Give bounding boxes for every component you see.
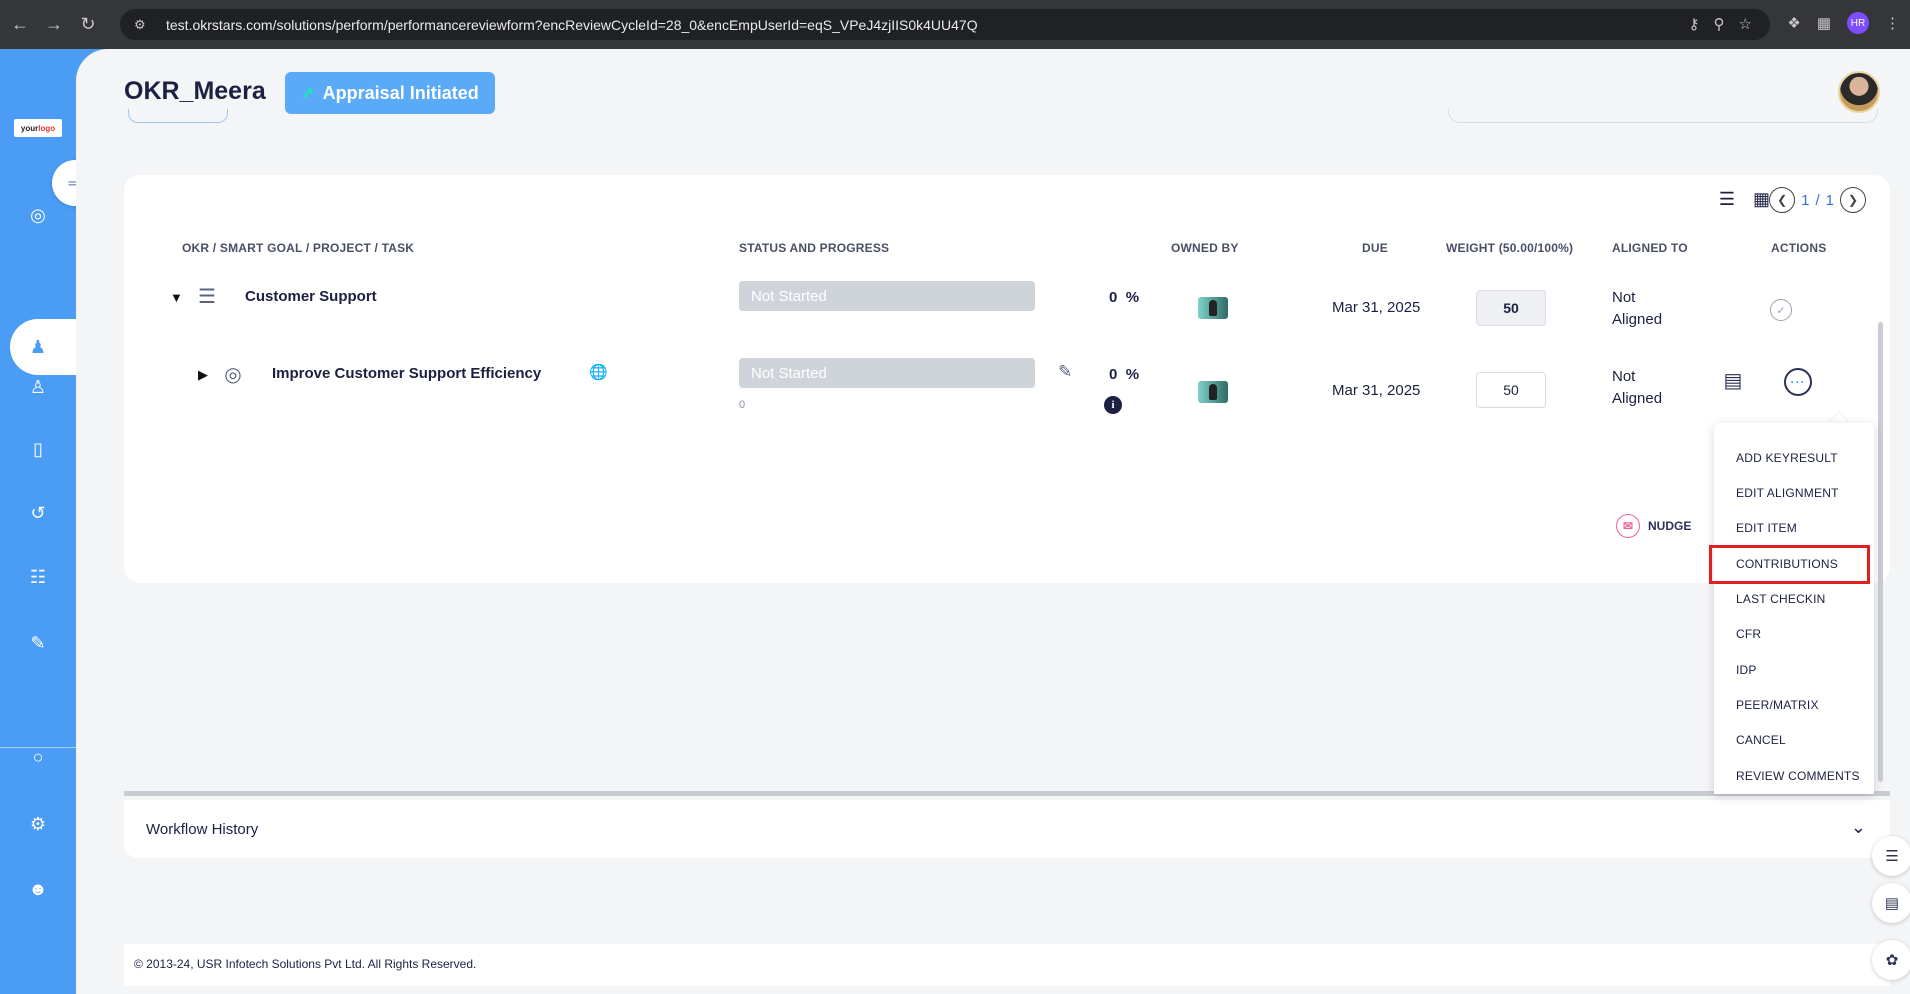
table-row: ▼ ☰ Customer Support Not Started 0 % Mar…	[124, 275, 1890, 345]
chevron-down-icon[interactable]: ⌄	[1851, 817, 1866, 838]
page-title: OKR_Meera	[124, 77, 266, 105]
key-icon[interactable]: ⚷	[1689, 15, 1700, 33]
page-footer: © 2013-24, USR Infotech Solutions Pvt Lt…	[124, 944, 1890, 986]
report-icon[interactable]: ✎	[24, 629, 52, 657]
ai-brain-icon[interactable]: ✿	[1872, 940, 1910, 980]
settings-gear-icon[interactable]: ⚙	[24, 810, 52, 838]
weight-field[interactable]: 50	[1476, 290, 1546, 326]
workflow-history-label: Workflow History	[146, 821, 259, 838]
book-icon[interactable]: ▯	[24, 435, 52, 463]
target-icon: ◎	[224, 363, 242, 386]
due-date: Mar 31, 2025	[1332, 382, 1421, 399]
company-logo: your logo	[14, 119, 62, 137]
team-icon: ♟	[29, 336, 47, 357]
col-actions: ACTIONS	[1771, 241, 1827, 255]
zoom-icon[interactable]: ⚲	[1714, 15, 1725, 33]
main-content: OKR_Meera ➚ Appraisal Initiated ☰ ▦ ❮ 1 …	[76, 49, 1910, 994]
col-weight: WEIGHT (50.00/100%)	[1446, 241, 1574, 255]
reload-icon[interactable]: ↻	[74, 11, 102, 39]
menu-item-review-comments[interactable]: REVIEW COMMENTS	[1736, 769, 1860, 783]
menu-item-edit-alignment[interactable]: EDIT ALIGNMENT	[1736, 486, 1839, 500]
menu-item-cancel[interactable]: CANCEL	[1736, 733, 1786, 747]
nudge-button[interactable]: ✉ NUDGE	[1616, 514, 1691, 538]
col-status: STATUS AND PROGRESS	[739, 241, 890, 255]
globe-icon[interactable]: 🌐	[589, 363, 608, 381]
more-options-icon[interactable]: ···	[1784, 368, 1812, 396]
progress-percent: 0 %	[1109, 289, 1140, 306]
horizontal-scrollbar[interactable]	[124, 791, 1890, 796]
progress-percent: 0 %	[1109, 366, 1140, 383]
forward-icon[interactable]: →	[40, 11, 68, 39]
weight-field[interactable]: 50	[1476, 372, 1546, 408]
objective-icon: ☰	[198, 285, 216, 308]
prev-page-icon[interactable]: ❮	[1769, 187, 1796, 213]
menu-item-last-checkin[interactable]: LAST CHECKIN	[1736, 592, 1826, 606]
list-view-icon[interactable]: ☰	[1719, 189, 1735, 210]
bookmark-star-icon[interactable]: ☆	[1739, 15, 1752, 33]
profile-avatar[interactable]: HR	[1847, 12, 1869, 34]
vertical-scrollbar[interactable]	[1878, 322, 1883, 782]
col-okr: OKR / SMART GOAL / PROJECT / TASK	[182, 241, 415, 255]
status-progress-bar[interactable]: Not Started	[739, 281, 1035, 311]
okr-table-card: ☰ ▦ ❮ 1 / 1 ❯ OKR / SMART GOAL / PROJECT…	[124, 175, 1890, 583]
col-due: DUE	[1362, 241, 1388, 255]
info-icon[interactable]: i	[1104, 396, 1122, 414]
workflow-history-panel[interactable]: Workflow History ⌄	[124, 800, 1890, 858]
menu-item-idp[interactable]: IDP	[1736, 663, 1757, 677]
col-owned: OWNED BY	[1171, 241, 1239, 255]
site-info-icon[interactable]: ⚙	[134, 17, 154, 33]
keyresult-title[interactable]: Improve Customer Support Efficiency	[272, 365, 541, 382]
appraisal-status-button[interactable]: ➚ Appraisal Initiated	[285, 72, 495, 114]
translate-icon[interactable]: ☰	[1872, 836, 1910, 876]
highlight-box	[1709, 545, 1870, 584]
scrolled-tab-remnant	[128, 109, 228, 123]
aligned-to: Not Aligned	[1612, 289, 1663, 328]
address-bar[interactable]: ⚙ test.okrstars.com/solutions/perform/pe…	[120, 9, 1770, 40]
hierarchy-icon[interactable]: ☷	[24, 563, 52, 591]
menu-item-add-keyresult[interactable]: ADD KEYRESULT	[1736, 451, 1838, 465]
back-icon[interactable]: ←	[6, 11, 34, 39]
scrolled-date-remnant	[1448, 109, 1878, 123]
contributions-icon[interactable]: ▤	[1718, 366, 1748, 394]
mail-icon: ✉	[1616, 514, 1640, 538]
actions-dropdown-menu: ADD KEYRESULT EDIT ALIGNMENT EDIT ITEM C…	[1714, 423, 1874, 794]
next-page-icon[interactable]: ❯	[1840, 187, 1866, 213]
owner-avatar[interactable]	[1198, 297, 1228, 319]
feedback-360-icon[interactable]: ↺	[24, 499, 52, 527]
collapse-caret-icon[interactable]: ▼	[170, 290, 183, 305]
menu-item-peer-matrix[interactable]: PEER/MATRIX	[1736, 698, 1819, 712]
trend-arrow-icon: ➚	[301, 85, 315, 102]
extension-icon[interactable]: ❖	[1787, 14, 1800, 32]
goals-icon[interactable]: ◎	[24, 201, 52, 229]
url-text: test.okrstars.com/solutions/perform/perf…	[166, 16, 978, 33]
check-circle-icon[interactable]: ✓	[1770, 299, 1792, 321]
support-icon[interactable]: ○	[24, 743, 52, 771]
objective-title[interactable]: Customer Support	[245, 288, 377, 305]
table-row: ▶ ◎ Improve Customer Support Efficiency …	[124, 352, 1890, 422]
menu-dots-icon[interactable]: ⋮	[1885, 14, 1900, 32]
sidebar-item-team[interactable]: ♟	[10, 319, 76, 375]
copyright-text: © 2013-24, USR Infotech Solutions Pvt Lt…	[134, 957, 477, 971]
user-profile-icon[interactable]: ☻	[24, 875, 52, 903]
status-progress-bar[interactable]: Not Started	[739, 358, 1035, 388]
user-avatar[interactable]	[1838, 71, 1880, 113]
note-edit-icon[interactable]: ✎	[1058, 362, 1072, 382]
menu-item-edit-item[interactable]: EDIT ITEM	[1736, 521, 1797, 535]
aligned-to: Not Aligned	[1612, 368, 1663, 407]
puzzle-icon[interactable]: ▦	[1817, 14, 1831, 32]
due-date: Mar 31, 2025	[1332, 299, 1421, 316]
reader-icon[interactable]: ▤	[1872, 883, 1910, 923]
owner-avatar[interactable]	[1198, 381, 1228, 403]
browser-toolbar: ← → ↻ ⚙ test.okrstars.com/solutions/perf…	[0, 0, 1910, 49]
grid-view-icon[interactable]: ▦	[1753, 189, 1770, 210]
menu-item-cfr[interactable]: CFR	[1736, 627, 1761, 641]
person-icon[interactable]: ♙	[24, 373, 52, 401]
pagination: ❮ 1 / 1 ❯	[1769, 187, 1866, 213]
progress-sub-value: 0	[739, 399, 746, 411]
expand-caret-icon[interactable]: ▶	[198, 367, 208, 383]
col-aligned: ALIGNED TO	[1612, 241, 1688, 255]
